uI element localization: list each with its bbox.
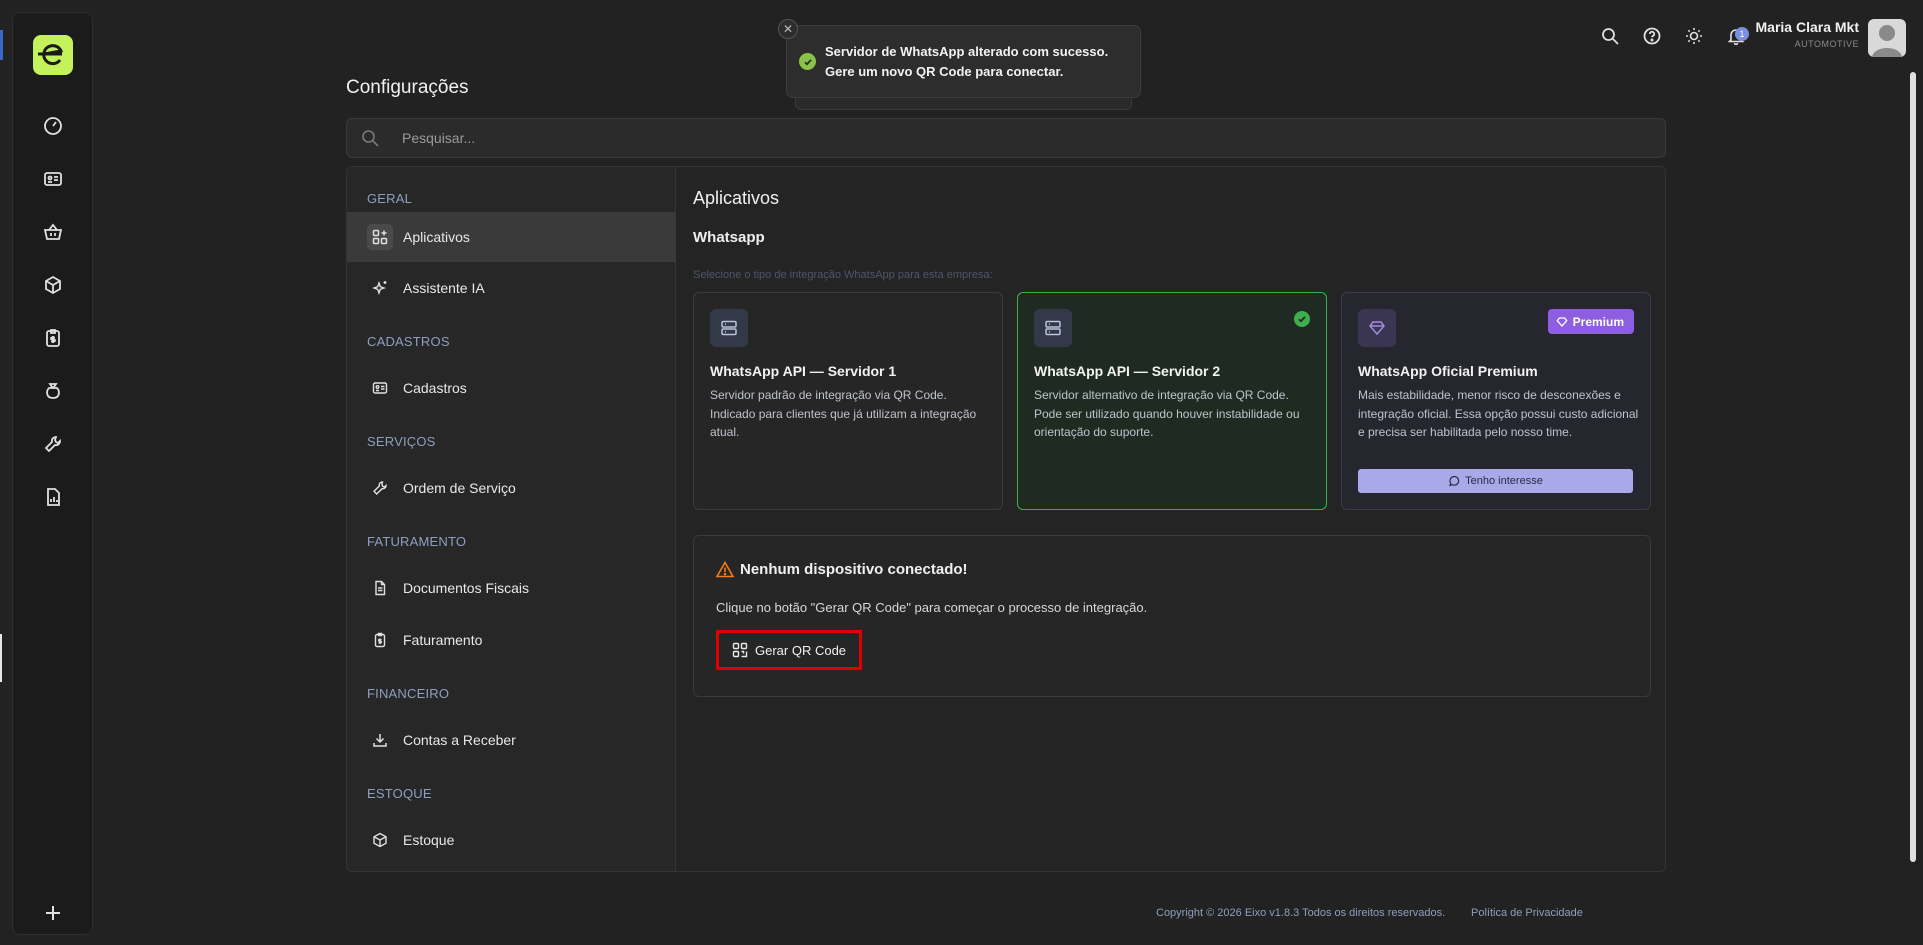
- sidebar-item-label: Contas a Receber: [403, 732, 516, 748]
- package-icon[interactable]: [41, 273, 65, 297]
- server-icon: [710, 309, 748, 347]
- sidebar-item-label: Assistente IA: [403, 280, 485, 296]
- page-title: Configurações: [346, 77, 469, 98]
- sidebar-item-estoque[interactable]: Estoque: [347, 815, 676, 865]
- premium-badge: Premium: [1547, 309, 1634, 334]
- money-bag-icon[interactable]: [41, 379, 65, 403]
- sun-icon[interactable]: [1683, 25, 1705, 47]
- sidebar-section-financeiro: FINANCEIRO: [367, 686, 450, 701]
- user-name[interactable]: Maria Clara Mkt: [1756, 19, 1859, 35]
- search-icon: [361, 129, 379, 147]
- sidebar-item-ordem-de-servico[interactable]: Ordem de Serviço: [347, 463, 676, 513]
- status-title: Nenhum dispositivo conectado!: [716, 561, 968, 578]
- search-icon[interactable]: [1599, 25, 1621, 47]
- sidebar-section-geral: GERAL: [367, 191, 413, 206]
- report-icon[interactable]: [41, 485, 65, 509]
- generate-qr-code-button[interactable]: Gerar QR Code: [715, 630, 863, 670]
- user-company: AUTOMOTIVE: [1794, 39, 1859, 49]
- sidebar-item-assistente-ia[interactable]: Assistente IA: [347, 263, 676, 313]
- generate-qr-code-label: Gerar QR Code: [755, 642, 847, 658]
- diamond-icon: [1358, 309, 1396, 347]
- sidebar-item-label: Estoque: [403, 832, 455, 848]
- server-icon: [1034, 309, 1072, 347]
- avatar[interactable]: [1868, 19, 1906, 57]
- sidebar-item-documentos-fiscais[interactable]: Documentos Fiscais: [347, 563, 676, 613]
- section-subtitle: Whatsapp: [693, 229, 765, 246]
- interest-button[interactable]: Tenho interesse: [1358, 469, 1633, 493]
- notification-count-badge: 1: [1735, 27, 1749, 41]
- integration-hint: Selecione o tipo de integração WhatsApp …: [693, 269, 993, 281]
- sidebar-section-servicos: SERVIÇOS: [367, 434, 436, 449]
- card-description: Mais estabilidade, menor risco de descon…: [1358, 388, 1639, 439]
- warning-icon: [716, 561, 734, 578]
- card-description: Servidor alternativo de integração via Q…: [1034, 388, 1300, 439]
- interest-button-label: Tenho interesse: [1465, 475, 1543, 487]
- search-input[interactable]: [402, 119, 1602, 157]
- sidebar-item-label: Aplicativos: [403, 229, 470, 245]
- contacts-card-icon[interactable]: [41, 167, 65, 191]
- app-logo[interactable]: [33, 35, 73, 75]
- user-avatar-icon: [1872, 25, 1902, 57]
- integration-card-server-2[interactable]: WhatsApp API — Servidor 2 Servidor alter…: [1017, 292, 1327, 510]
- download-icon: [367, 727, 393, 753]
- footer-copyright: Copyright © 2026 Eixo v1.8.3 Todos os di…: [1156, 907, 1446, 919]
- sidebar-item-label: Ordem de Serviço: [403, 480, 516, 496]
- sidebar-section-estoque: ESTOQUE: [367, 786, 432, 801]
- settings-sidebar: GERAL Aplicativos Assistente IA CADASTRO…: [347, 167, 676, 871]
- success-check-icon: [799, 53, 816, 70]
- nav-rail: [12, 12, 93, 935]
- plus-icon[interactable]: [41, 901, 65, 925]
- footer-privacy-link[interactable]: Política de Privacidade: [1471, 907, 1583, 919]
- sidebar-section-faturamento: FATURAMENTO: [367, 534, 467, 549]
- document-icon: [367, 575, 393, 601]
- window-edge-marker: [0, 634, 2, 682]
- settings-content: Aplicativos Whatsapp Selecione o tipo de…: [677, 167, 1665, 871]
- selected-check-icon: [1294, 311, 1310, 327]
- basket-icon[interactable]: [41, 220, 65, 244]
- sidebar-item-contas-a-receber[interactable]: Contas a Receber: [347, 715, 676, 765]
- diamond-icon: [1556, 316, 1568, 327]
- section-title: Aplicativos: [693, 188, 780, 208]
- help-icon[interactable]: [1641, 25, 1663, 47]
- sidebar-item-label: Documentos Fiscais: [403, 580, 530, 596]
- integration-card-server-1[interactable]: WhatsApp API — Servidor 1 Servidor padrã…: [693, 292, 1003, 510]
- toast-close-button[interactable]: ✕: [778, 19, 798, 39]
- wrench-icon[interactable]: [41, 432, 65, 456]
- box-icon: [367, 827, 393, 853]
- apps-icon: [367, 224, 393, 250]
- qr-code-icon: [732, 642, 748, 658]
- invoice-icon: [367, 627, 393, 653]
- premium-badge-label: Premium: [1572, 314, 1624, 329]
- whatsapp-icon: [1449, 476, 1460, 487]
- card-name: WhatsApp API — Servidor 2: [1034, 363, 1221, 379]
- card-name: WhatsApp Oficial Premium: [1358, 363, 1538, 379]
- card-name: WhatsApp API — Servidor 1: [710, 363, 897, 379]
- page-scrollbar[interactable]: [1910, 72, 1916, 862]
- sparkles-icon: [367, 275, 393, 301]
- clipboard-dollar-icon[interactable]: [41, 326, 65, 350]
- id-card-icon: [367, 375, 393, 401]
- sidebar-item-cadastros[interactable]: Cadastros: [347, 363, 676, 413]
- sidebar-item-label: Faturamento: [403, 632, 483, 648]
- card-description: Servidor padrão de integração via QR Cod…: [710, 388, 977, 439]
- logo-icon: [38, 44, 64, 66]
- toast-message: Servidor de WhatsApp alterado com sucess…: [825, 44, 1109, 79]
- settings-panel: GERAL Aplicativos Assistente IA CADASTRO…: [346, 166, 1666, 872]
- sidebar-item-faturamento[interactable]: Faturamento: [347, 615, 676, 665]
- connection-status-box: Nenhum dispositivo conectado! Clique no …: [693, 535, 1651, 697]
- sidebar-section-cadastros: CADASTROS: [367, 334, 450, 349]
- status-message: Clique no botão "Gerar QR Code" para com…: [716, 600, 1148, 615]
- search-bar: [346, 118, 1666, 158]
- integration-card-premium[interactable]: Premium WhatsApp Oficial Premium Mais es…: [1341, 292, 1651, 510]
- sidebar-item-label: Cadastros: [403, 380, 467, 396]
- dashboard-icon[interactable]: [41, 114, 65, 138]
- wrench-icon: [367, 475, 393, 501]
- window-edge-marker: [0, 30, 3, 60]
- sidebar-item-aplicativos[interactable]: Aplicativos: [347, 212, 676, 262]
- status-title-text: Nenhum dispositivo conectado!: [740, 561, 968, 578]
